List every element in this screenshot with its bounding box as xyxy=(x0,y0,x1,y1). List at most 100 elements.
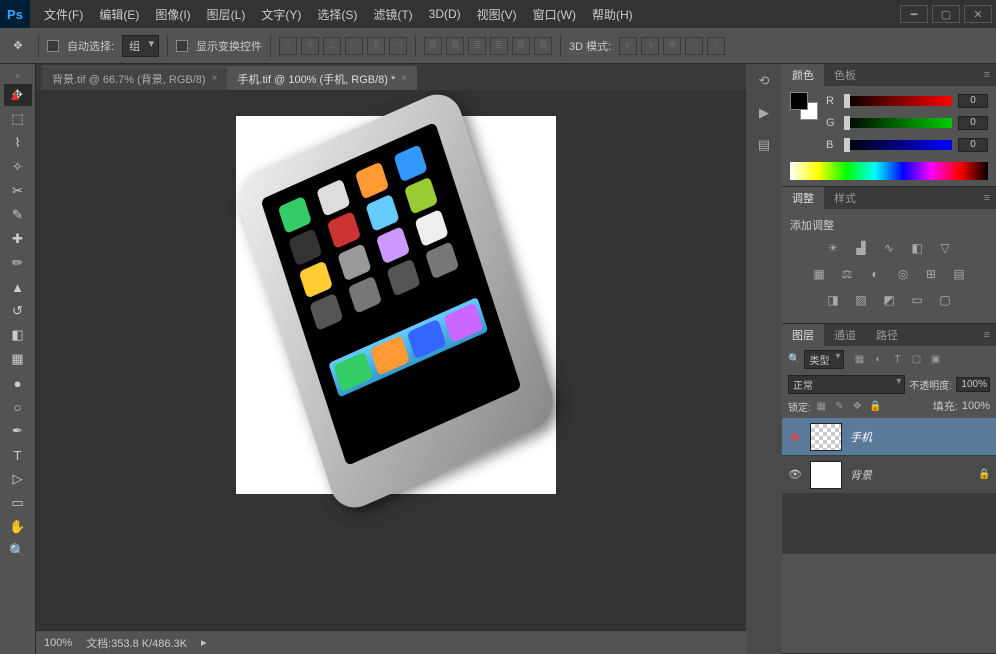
color-spectrum[interactable] xyxy=(790,162,988,180)
balance-icon[interactable]: ⚖ xyxy=(838,265,856,283)
history-brush-tool[interactable]: ↺ xyxy=(4,300,32,322)
close-button[interactable]: ✕ xyxy=(964,5,992,23)
menu-type[interactable]: 文字(Y) xyxy=(253,0,309,28)
3d-pan-icon[interactable]: ✥ xyxy=(663,37,681,55)
levels-icon[interactable]: ▟ xyxy=(852,239,870,257)
distribute-3-icon[interactable]: ≣ xyxy=(468,37,486,55)
3d-zoom-icon[interactable]: ⌕ xyxy=(707,37,725,55)
lock-transparent-icon[interactable]: ▦ xyxy=(815,400,828,413)
distribute-2-icon[interactable]: ≣ xyxy=(446,37,464,55)
minimize-button[interactable]: ━ xyxy=(900,5,928,23)
panel-menu-icon[interactable]: ≡ xyxy=(978,329,996,341)
photo-filter-icon[interactable]: ◎ xyxy=(894,265,912,283)
3d-roll-icon[interactable]: ◑ xyxy=(641,37,659,55)
menu-layer[interactable]: 图层(L) xyxy=(199,0,254,28)
layer-filter-kind[interactable]: 类型 xyxy=(804,350,844,369)
move-tool[interactable]: ✥ xyxy=(4,84,32,106)
filter-type-icon[interactable]: T xyxy=(890,353,904,367)
lasso-tool[interactable]: ⌇ xyxy=(4,132,32,154)
hue-icon[interactable]: ▦ xyxy=(810,265,828,283)
lock-pixels-icon[interactable]: ✎ xyxy=(833,400,846,413)
zoom-tool[interactable]: 🔍 xyxy=(4,540,32,562)
b-slider[interactable] xyxy=(844,140,952,150)
brightness-icon[interactable]: ☀ xyxy=(824,239,842,257)
b-value[interactable]: 0 xyxy=(958,138,988,152)
canvas-viewport[interactable] xyxy=(36,90,746,630)
menu-file[interactable]: 文件(F) xyxy=(36,0,91,28)
3d-orbit-icon[interactable]: ◐ xyxy=(619,37,637,55)
healing-tool[interactable]: ✚ xyxy=(4,228,32,250)
stamp-tool[interactable]: ▲ xyxy=(4,276,32,298)
lock-all-icon[interactable]: 🔒 xyxy=(869,400,882,413)
path-select-tool[interactable]: ▷ xyxy=(4,468,32,490)
layer-thumbnail[interactable] xyxy=(810,423,842,451)
menu-edit[interactable]: 编辑(E) xyxy=(91,0,147,28)
tab-layers[interactable]: 图层 xyxy=(782,324,824,346)
filter-adjust-icon[interactable]: ◐ xyxy=(871,353,885,367)
foreground-color[interactable] xyxy=(790,92,808,110)
layer-row-phone[interactable]: ◉ 手机 xyxy=(782,418,996,456)
auto-select-mode[interactable]: 组 xyxy=(122,35,159,57)
tab-phone[interactable]: 手机.tif @ 100% (手机, RGB/8) * × xyxy=(227,66,417,90)
curves-icon[interactable]: ∿ xyxy=(880,239,898,257)
posterize-icon[interactable]: ▨ xyxy=(852,291,870,309)
bw-icon[interactable]: ◐ xyxy=(866,265,884,283)
distribute-4-icon[interactable]: ≣ xyxy=(490,37,508,55)
filter-smart-icon[interactable]: ▣ xyxy=(928,353,942,367)
tools-collapse-icon[interactable]: » xyxy=(0,68,35,82)
align-vcenter-icon[interactable]: ≡ xyxy=(301,37,319,55)
mixer-icon[interactable]: ⊞ xyxy=(922,265,940,283)
foreground-background-swatch[interactable] xyxy=(790,92,818,120)
show-transform-checkbox[interactable] xyxy=(176,40,188,52)
fill-value[interactable]: 100% xyxy=(962,400,990,412)
visibility-toggle[interactable]: ◉ xyxy=(788,430,802,444)
blend-mode-select[interactable]: 正常 xyxy=(788,375,905,394)
doc-info[interactable]: 文档:353.8 K/486.3K xyxy=(86,635,187,651)
marquee-tool[interactable]: ⬚ xyxy=(4,108,32,130)
g-slider[interactable] xyxy=(844,118,952,128)
threshold-icon[interactable]: ◩ xyxy=(880,291,898,309)
tab-paths[interactable]: 路径 xyxy=(866,324,908,346)
zoom-level[interactable]: 100% xyxy=(44,637,72,649)
auto-select-checkbox[interactable] xyxy=(47,40,59,52)
exposure-icon[interactable]: ◧ xyxy=(908,239,926,257)
layer-name[interactable]: 手机 xyxy=(850,429,990,445)
blur-tool[interactable]: ● xyxy=(4,372,32,394)
magic-wand-tool[interactable]: ✧ xyxy=(4,156,32,178)
pen-tool[interactable]: ✒ xyxy=(4,420,32,442)
layer-row-background[interactable]: 👁 背景 🔒 xyxy=(782,456,996,494)
menu-image[interactable]: 图像(I) xyxy=(147,0,198,28)
align-top-icon[interactable]: ⊤ xyxy=(279,37,297,55)
distribute-1-icon[interactable]: ≣ xyxy=(424,37,442,55)
shape-tool[interactable]: ▭ xyxy=(4,492,32,514)
layer-name[interactable]: 背景 xyxy=(850,467,970,483)
distribute-6-icon[interactable]: ≣ xyxy=(534,37,552,55)
tab-color[interactable]: 颜色 xyxy=(782,64,824,86)
maximize-button[interactable]: ▢ xyxy=(932,5,960,23)
actions-panel-icon[interactable]: ▶ xyxy=(753,102,775,124)
tab-swatches[interactable]: 色板 xyxy=(824,64,866,86)
gradient-map-icon[interactable]: ▭ xyxy=(908,291,926,309)
lookup-icon[interactable]: ▤ xyxy=(950,265,968,283)
layers-empty-area[interactable] xyxy=(782,494,996,554)
gradient-tool[interactable]: ▦ xyxy=(4,348,32,370)
type-tool[interactable]: T xyxy=(4,444,32,466)
tab-adjustments[interactable]: 调整 xyxy=(782,187,824,209)
eyedropper-tool[interactable]: ✎ xyxy=(4,204,32,226)
status-chevron-icon[interactable]: ▸ xyxy=(201,636,207,649)
menu-window[interactable]: 窗口(W) xyxy=(525,0,584,28)
g-value[interactable]: 0 xyxy=(958,116,988,130)
history-panel-icon[interactable]: ⟲ xyxy=(753,70,775,92)
tab-close-icon[interactable]: × xyxy=(401,73,407,84)
r-value[interactable]: 0 xyxy=(958,94,988,108)
menu-help[interactable]: 帮助(H) xyxy=(584,0,641,28)
crop-tool[interactable]: ✂ xyxy=(4,180,32,202)
tab-channels[interactable]: 通道 xyxy=(824,324,866,346)
align-bottom-icon[interactable]: ⊥ xyxy=(323,37,341,55)
vibrance-icon[interactable]: ▽ xyxy=(936,239,954,257)
selective-icon[interactable]: ▢ xyxy=(936,291,954,309)
r-slider[interactable] xyxy=(844,96,952,106)
visibility-toggle[interactable]: 👁 xyxy=(788,468,802,482)
3d-slide-icon[interactable]: ⇔ xyxy=(685,37,703,55)
menu-filter[interactable]: 滤镜(T) xyxy=(365,0,420,28)
